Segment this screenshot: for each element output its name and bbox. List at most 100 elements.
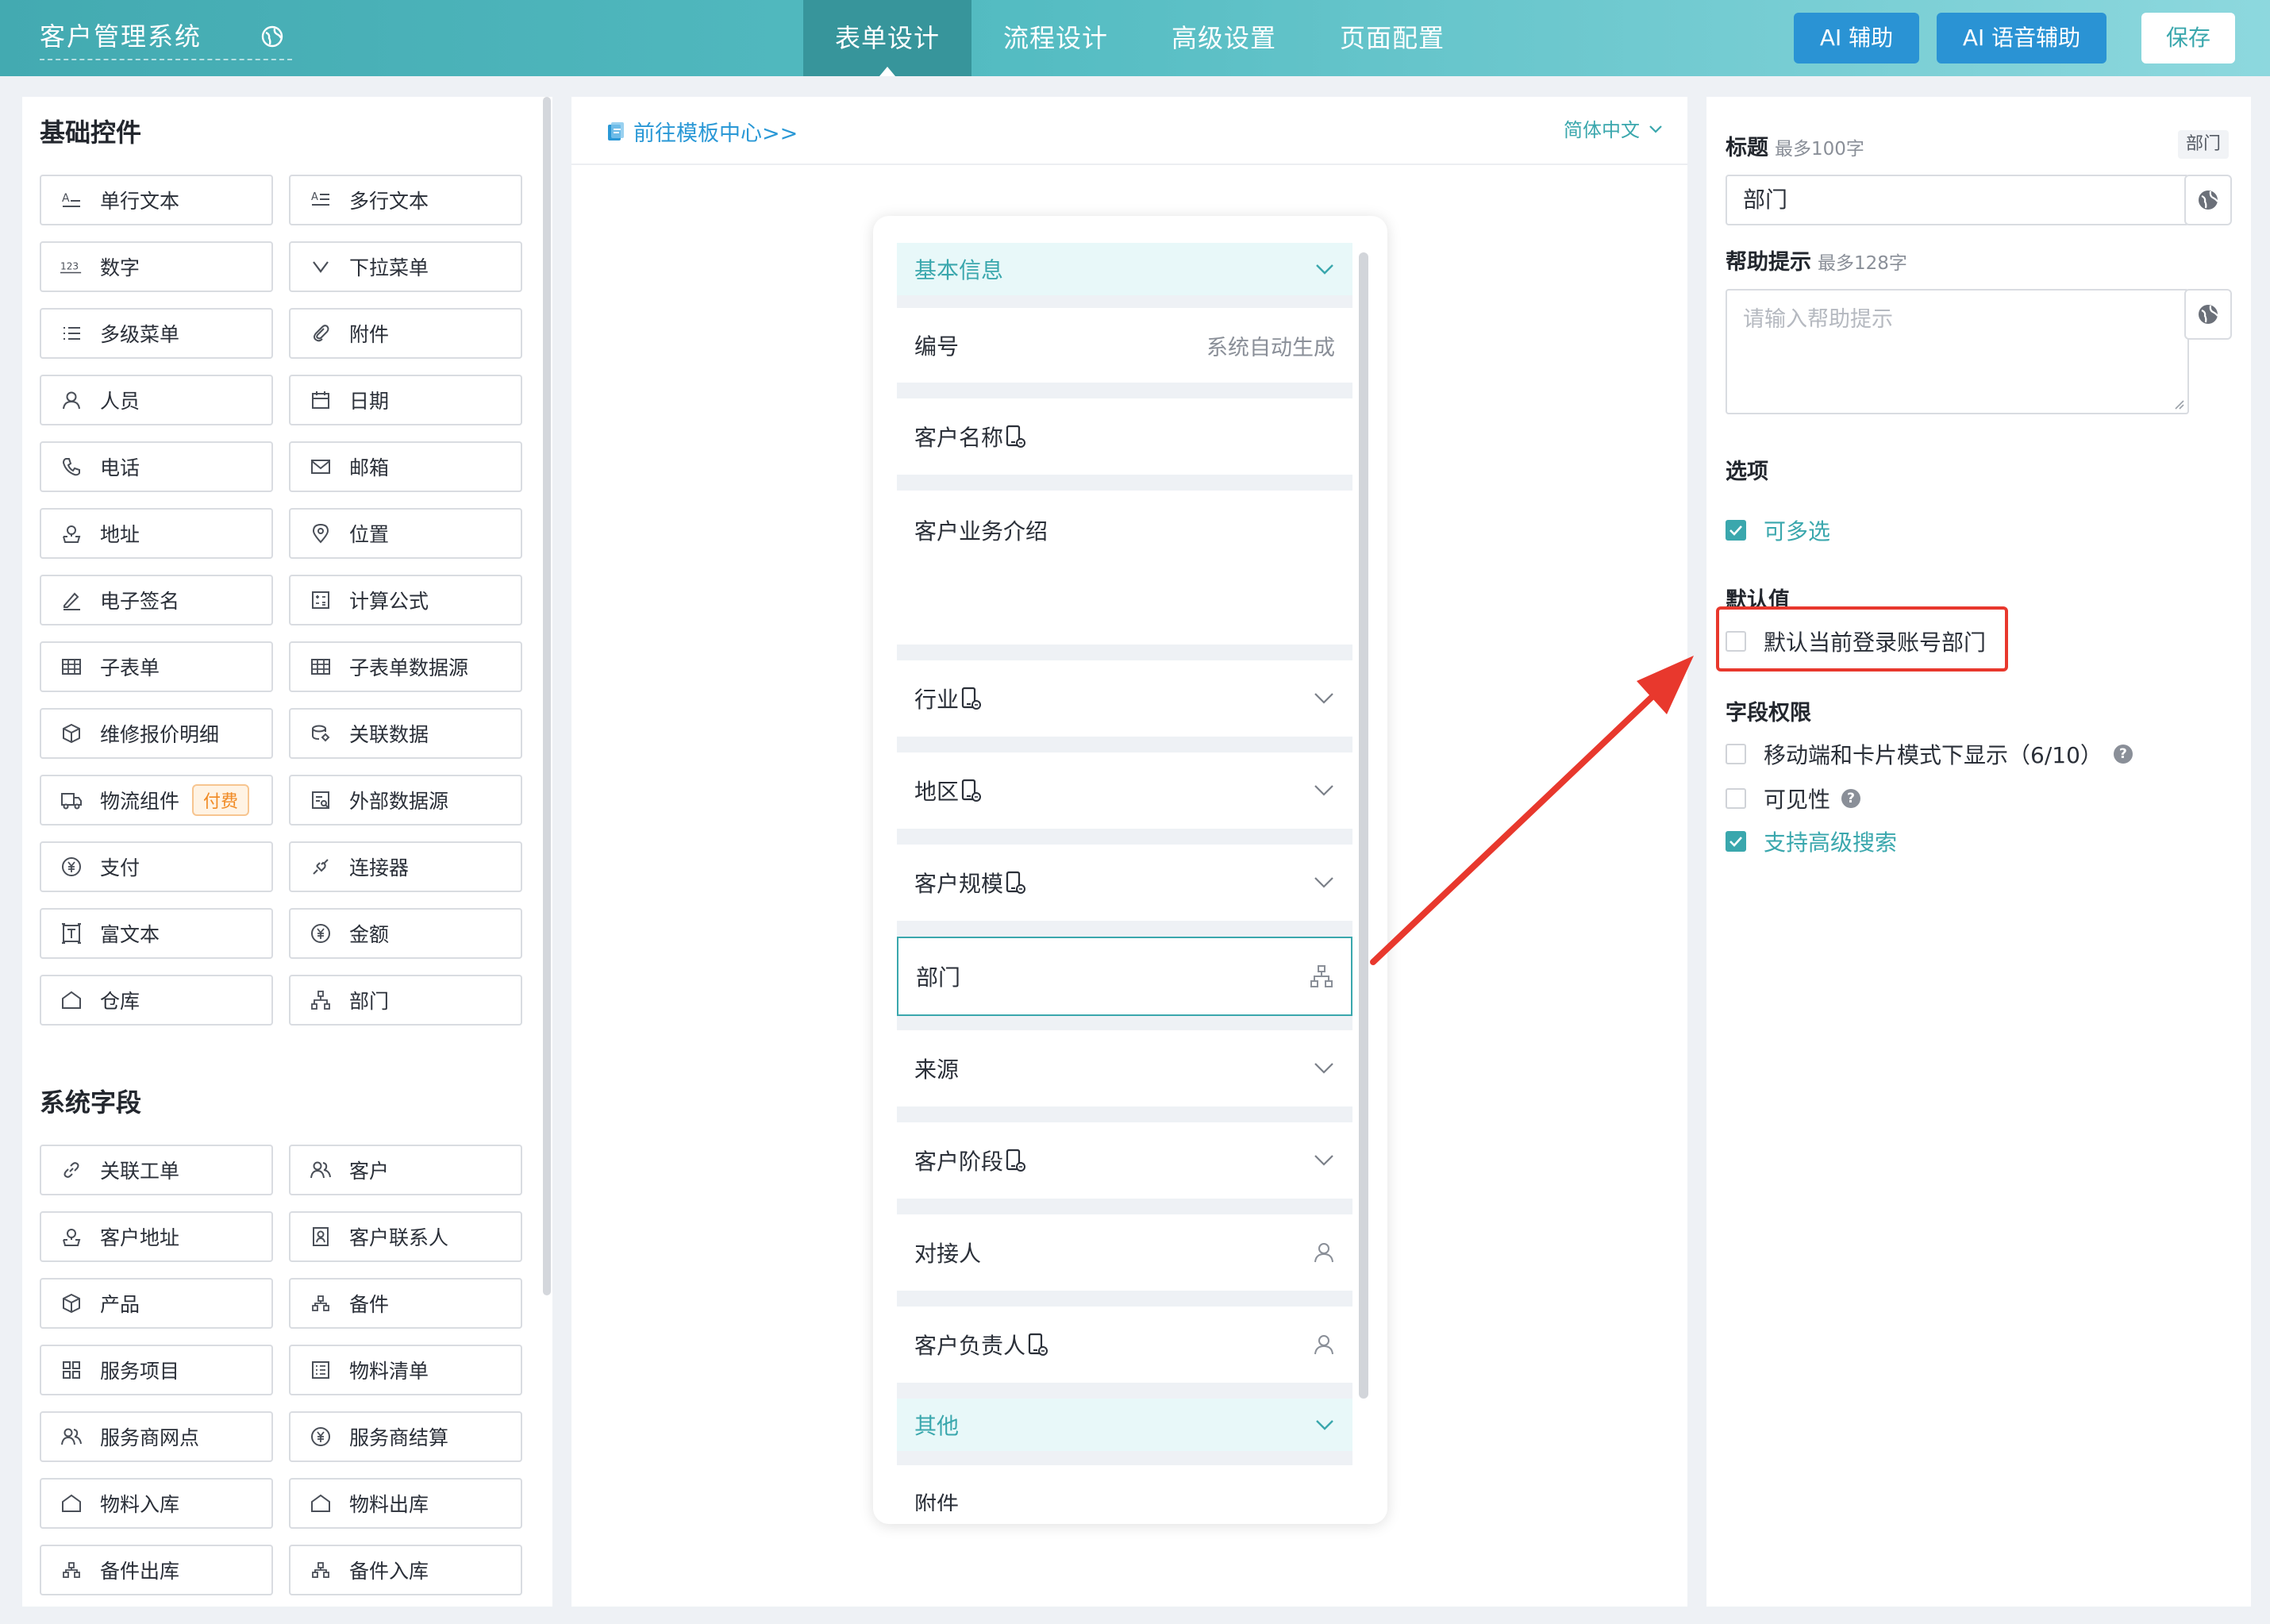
system-field-parts[interactable]: 备件 bbox=[289, 1278, 522, 1329]
advanced-search-checkbox[interactable]: 支持高级搜索 bbox=[1726, 825, 1897, 857]
system-field-warehouse[interactable]: 物料出库 bbox=[289, 1478, 522, 1529]
tab-form-design[interactable]: 表单设计 bbox=[803, 0, 972, 76]
control-rich-text[interactable]: 富文本 bbox=[40, 908, 273, 959]
language-select[interactable]: 简体中文 bbox=[1564, 114, 1664, 142]
multi-select-checkbox[interactable]: 可多选 bbox=[1726, 514, 1830, 546]
tab-advanced-settings[interactable]: 高级设置 bbox=[1140, 0, 1308, 76]
chevron-down-icon bbox=[1649, 125, 1662, 133]
control-box[interactable]: 维修报价明细 bbox=[40, 708, 273, 759]
mobile-preview: 基本信息 编号 系统自动生成 客户名称 客户业务介绍 行业 地区 客户规模 部门… bbox=[873, 216, 1387, 1524]
control-label: 邮箱 bbox=[349, 456, 390, 479]
field-customer-scale[interactable]: 客户规模 bbox=[897, 845, 1352, 921]
system-field-parts[interactable]: 备件入库 bbox=[289, 1545, 522, 1595]
warehouse-icon bbox=[60, 989, 83, 1011]
system-field-warehouse[interactable]: 物料入库 bbox=[40, 1478, 273, 1529]
person-icon bbox=[1313, 1333, 1335, 1356]
save-button[interactable]: 保存 bbox=[2141, 13, 2235, 63]
system-field-list[interactable]: 物料清单 bbox=[289, 1345, 522, 1395]
tab-page-config[interactable]: 页面配置 bbox=[1308, 0, 1476, 76]
control-label: 数字 bbox=[100, 256, 140, 279]
template-center-link[interactable]: 前往模板中心>> bbox=[606, 116, 798, 147]
control-connector[interactable]: 连接器 bbox=[289, 841, 522, 892]
title-input[interactable]: 部门 bbox=[1726, 175, 2189, 225]
control-multi-level-menu[interactable]: 多级菜单 bbox=[40, 308, 273, 359]
field-region[interactable]: 地区 bbox=[897, 752, 1352, 829]
field-label: 客户负责人 bbox=[914, 1333, 1026, 1359]
field-department-selected[interactable]: 部门 bbox=[897, 937, 1352, 1016]
field-customer-name[interactable]: 客户名称 bbox=[897, 398, 1352, 475]
control-calculator[interactable]: 计算公式 bbox=[289, 575, 522, 625]
system-field-parts[interactable]: 备件出库 bbox=[40, 1545, 273, 1595]
preview-scrollbar[interactable] bbox=[1359, 252, 1368, 1399]
resize-grip-icon[interactable] bbox=[2173, 398, 2184, 410]
control-number[interactable]: 123 数字 bbox=[40, 241, 273, 292]
chevron-down-icon bbox=[1313, 1061, 1335, 1076]
group-basic-info[interactable]: 基本信息 bbox=[897, 243, 1352, 295]
group-other[interactable]: 其他 bbox=[897, 1399, 1352, 1451]
parts-icon bbox=[60, 1559, 83, 1581]
control-org-chart[interactable]: 部门 bbox=[289, 975, 522, 1026]
link-data-icon bbox=[310, 722, 332, 745]
field-attachment[interactable]: 附件 bbox=[897, 1465, 1352, 1511]
field-customer-stage[interactable]: 客户阶段 bbox=[897, 1122, 1352, 1199]
control-attachment[interactable]: 附件 bbox=[289, 308, 522, 359]
system-field-box[interactable]: 产品 bbox=[40, 1278, 273, 1329]
chevron-down-icon bbox=[1313, 875, 1335, 890]
control-warehouse[interactable]: 仓库 bbox=[40, 975, 273, 1026]
help-translate-button[interactable] bbox=[2184, 289, 2232, 340]
control-truck[interactable]: 物流组件 付费 bbox=[40, 775, 273, 825]
field-contact-person[interactable]: 对接人 bbox=[897, 1214, 1352, 1291]
globe-icon[interactable] bbox=[260, 25, 284, 48]
title-translate-button[interactable] bbox=[2184, 175, 2232, 225]
system-field-grid[interactable]: 服务项目 bbox=[40, 1345, 273, 1395]
help-placeholder: 请输入帮助提示 bbox=[1743, 307, 1893, 332]
help-textarea[interactable]: 请输入帮助提示 bbox=[1726, 289, 2189, 414]
help-question-icon[interactable]: ? bbox=[1841, 789, 1861, 808]
field-label: 客户阶段 bbox=[914, 1149, 1004, 1175]
system-field-customers[interactable]: 客户 bbox=[289, 1145, 522, 1195]
system-field-customers[interactable]: 服务商网点 bbox=[40, 1411, 273, 1462]
control-yuan[interactable]: 金额 bbox=[289, 908, 522, 959]
ai-assist-button[interactable]: AI 辅助 bbox=[1794, 13, 1919, 63]
control-table[interactable]: 子表单 bbox=[40, 641, 273, 692]
control-address[interactable]: 地址 bbox=[40, 508, 273, 559]
control-label: 物流组件 bbox=[100, 790, 180, 813]
control-mail[interactable]: 邮箱 bbox=[289, 441, 522, 492]
control-table[interactable]: 子表单数据源 bbox=[289, 641, 522, 692]
basic-controls-title: 基础控件 bbox=[40, 117, 142, 148]
ai-voice-assist-button[interactable]: AI 语音辅助 bbox=[1937, 13, 2106, 63]
field-customer-intro[interactable]: 客户业务介绍 bbox=[897, 491, 1352, 645]
field-industry[interactable]: 行业 bbox=[897, 660, 1352, 737]
control-payment[interactable]: 支付 bbox=[40, 841, 273, 892]
svg-text:123: 123 bbox=[60, 261, 79, 272]
app-title[interactable]: 客户管理系统 bbox=[40, 19, 292, 60]
person-icon bbox=[60, 389, 83, 411]
control-label: 备件 bbox=[349, 1293, 390, 1316]
field-source[interactable]: 来源 bbox=[897, 1030, 1352, 1106]
control-location-pin[interactable]: 位置 bbox=[289, 508, 522, 559]
system-field-contact[interactable]: 客户联系人 bbox=[289, 1211, 522, 1262]
help-question-icon[interactable]: ? bbox=[2113, 745, 2133, 764]
visibility-checkbox[interactable]: 可见性 ? bbox=[1726, 783, 1861, 814]
control-calendar[interactable]: 日期 bbox=[289, 375, 522, 425]
control-multi-line-text[interactable]: A 多行文本 bbox=[289, 175, 522, 225]
control-single-line-text[interactable]: A 单行文本 bbox=[40, 175, 273, 225]
field-number[interactable]: 编号 系统自动生成 bbox=[897, 308, 1352, 383]
control-phone[interactable]: 电话 bbox=[40, 441, 273, 492]
mobile-display-checkbox[interactable]: 移动端和卡片模式下显示（6/10） ? bbox=[1726, 738, 2133, 770]
field-customer-owner[interactable]: 客户负责人 bbox=[897, 1307, 1352, 1383]
control-link-data[interactable]: 关联数据 bbox=[289, 708, 522, 759]
tab-flow-design[interactable]: 流程设计 bbox=[971, 0, 1140, 76]
system-field-link[interactable]: 关联工单 bbox=[40, 1145, 273, 1195]
palette-scrollbar[interactable] bbox=[543, 97, 551, 1295]
control-person[interactable]: 人员 bbox=[40, 375, 273, 425]
control-external-data[interactable]: 外部数据源 bbox=[289, 775, 522, 825]
calendar-icon bbox=[310, 389, 332, 411]
chevron-down-icon bbox=[1316, 1420, 1333, 1430]
control-dropdown[interactable]: 下拉菜单 bbox=[289, 241, 522, 292]
contact-icon bbox=[310, 1226, 332, 1248]
system-field-address[interactable]: 客户地址 bbox=[40, 1211, 273, 1262]
system-field-yuan[interactable]: 服务商结算 bbox=[289, 1411, 522, 1462]
control-signature[interactable]: 电子签名 bbox=[40, 575, 273, 625]
signature-icon bbox=[60, 589, 83, 611]
